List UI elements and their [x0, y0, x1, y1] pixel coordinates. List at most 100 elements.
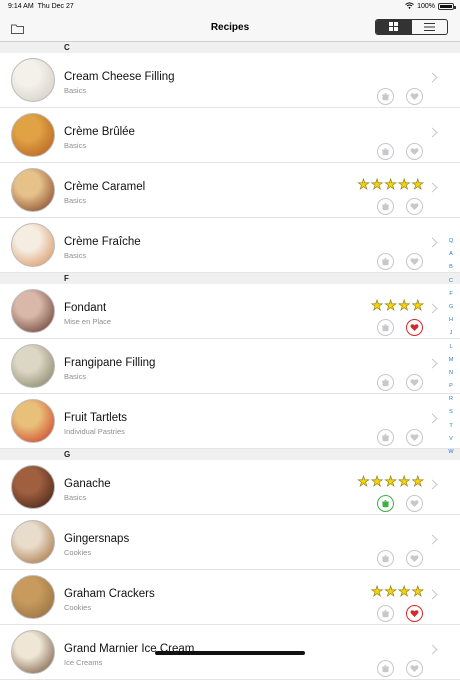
star-icon: ★ — [357, 176, 370, 192]
recipe-category: Basics — [64, 251, 87, 260]
list-view-button[interactable] — [412, 20, 448, 34]
recipe-category: Basics — [64, 196, 87, 205]
list-icon — [423, 20, 435, 34]
grid-icon — [389, 20, 399, 34]
recipe-thumbnail — [11, 630, 55, 674]
chevron-right-icon — [427, 237, 438, 248]
index-letter-r[interactable]: R — [445, 393, 457, 406]
recipe-name: Crème Brûlée — [64, 126, 135, 138]
heart-icon[interactable] — [406, 429, 423, 446]
heart-icon[interactable] — [406, 253, 423, 270]
star-rating: ★ ★ ★ ★ — [370, 297, 424, 313]
heart-icon[interactable] — [406, 660, 423, 677]
wifi-icon — [405, 2, 414, 11]
star-icon: ★ — [357, 473, 370, 489]
chevron-right-icon — [427, 358, 438, 369]
pot-icon[interactable] — [377, 550, 394, 567]
pot-icon[interactable] — [377, 143, 394, 160]
pot-icon[interactable] — [377, 495, 394, 512]
index-letter-g[interactable]: G — [445, 301, 457, 314]
recipe-name: Fondant — [64, 302, 107, 314]
recipe-row[interactable]: Crème Caramel Basics ★ ★ ★ ★ ★ — [0, 163, 460, 218]
pot-icon[interactable] — [377, 253, 394, 270]
heart-icon[interactable] — [406, 198, 423, 215]
recipe-thumbnail — [11, 58, 55, 102]
chevron-right-icon — [427, 589, 438, 600]
index-letter-c[interactable]: C — [445, 275, 457, 288]
recipe-row[interactable]: Gingersnaps Cookies — [0, 515, 460, 570]
recipe-thumbnail — [11, 465, 55, 509]
recipe-name: Gingersnaps — [64, 533, 130, 545]
pot-icon[interactable] — [377, 88, 394, 105]
index-letter-j[interactable]: J — [445, 327, 457, 340]
pot-icon[interactable] — [377, 198, 394, 215]
star-icon: ★ — [370, 473, 384, 489]
recipe-row[interactable]: Graham Crackers Cookies ★ ★ ★ ★ — [0, 570, 460, 625]
pot-icon[interactable] — [377, 605, 394, 622]
recipe-row[interactable]: Fruit Tartlets Individual Pastries — [0, 394, 460, 449]
index-letter-l[interactable]: L — [445, 341, 457, 354]
star-icon: ★ — [384, 176, 397, 192]
pot-icon[interactable] — [377, 319, 394, 336]
recipe-category: Basics — [64, 372, 87, 381]
heart-icon[interactable] — [406, 605, 423, 622]
heart-icon[interactable] — [406, 550, 423, 567]
pot-icon[interactable] — [377, 374, 394, 391]
heart-icon[interactable] — [406, 143, 423, 160]
recipe-name: Cream Cheese Filling — [64, 71, 175, 83]
heart-icon[interactable] — [406, 319, 423, 336]
star-icon: ★ — [384, 473, 397, 489]
index-letter-w[interactable]: W — [445, 446, 457, 459]
section-header-c: C — [0, 42, 460, 53]
chevron-right-icon — [427, 479, 438, 490]
chevron-right-icon — [427, 303, 438, 314]
home-indicator[interactable] — [155, 651, 305, 655]
chevron-right-icon — [427, 644, 438, 655]
view-mode-control — [375, 19, 448, 35]
index-letter-f[interactable]: F — [445, 288, 457, 301]
index-letter-q[interactable]: Q — [445, 235, 457, 248]
star-icon: ★ — [411, 583, 424, 599]
recipe-row[interactable]: Cream Cheese Filling Basics — [0, 53, 460, 108]
star-icon: ★ — [384, 297, 397, 313]
recipe-row[interactable]: Fondant Mise en Place ★ ★ ★ ★ — [0, 284, 460, 339]
recipe-category: Ice Creams — [64, 658, 103, 667]
index-letter-v[interactable]: V — [445, 433, 457, 446]
recipe-row[interactable]: Crème Brûlée Basics — [0, 108, 460, 163]
recipe-category: Cookies — [64, 548, 92, 557]
status-time: 9:14 AM Thu Dec 27 — [8, 3, 74, 10]
recipe-row[interactable]: Ganache Basics ★ ★ ★ ★ ★ — [0, 460, 460, 515]
recipe-row[interactable]: Crème Fraîche Basics — [0, 218, 460, 273]
index-letter-p[interactable]: P — [445, 380, 457, 393]
recipe-thumbnail — [11, 399, 55, 443]
index-letter-n[interactable]: N — [445, 367, 457, 380]
battery-percent: 100% — [417, 3, 435, 10]
heart-icon[interactable] — [406, 495, 423, 512]
star-icon: ★ — [397, 583, 411, 599]
navigation-bar: Recipes — [0, 14, 460, 42]
grid-view-button[interactable] — [376, 20, 412, 34]
recipe-category: Basics — [64, 141, 87, 150]
star-icon: ★ — [397, 297, 411, 313]
recipe-category: Individual Pastries — [64, 427, 125, 436]
star-rating: ★ ★ ★ ★ ★ — [356, 473, 424, 489]
index-letter-s[interactable]: S — [445, 406, 457, 419]
recipe-name: Ganache — [64, 478, 111, 490]
section-index[interactable]: QABCFGHJLMNPRSTVW — [445, 235, 457, 459]
index-letter-b[interactable]: B — [445, 261, 457, 274]
pot-icon[interactable] — [377, 429, 394, 446]
recipe-row[interactable]: Frangipane Filling Basics — [0, 339, 460, 394]
recipe-name: Crème Fraîche — [64, 236, 141, 248]
star-icon: ★ — [370, 176, 384, 192]
chevron-right-icon — [427, 72, 438, 83]
heart-icon[interactable] — [406, 88, 423, 105]
recipe-thumbnail — [11, 575, 55, 619]
index-letter-h[interactable]: H — [445, 314, 457, 327]
index-letter-m[interactable]: M — [445, 354, 457, 367]
index-letter-t[interactable]: T — [445, 420, 457, 433]
heart-icon[interactable] — [406, 374, 423, 391]
recipe-category: Basics — [64, 86, 87, 95]
index-letter-a[interactable]: A — [445, 248, 457, 261]
recipe-thumbnail — [11, 113, 55, 157]
pot-icon[interactable] — [377, 660, 394, 677]
